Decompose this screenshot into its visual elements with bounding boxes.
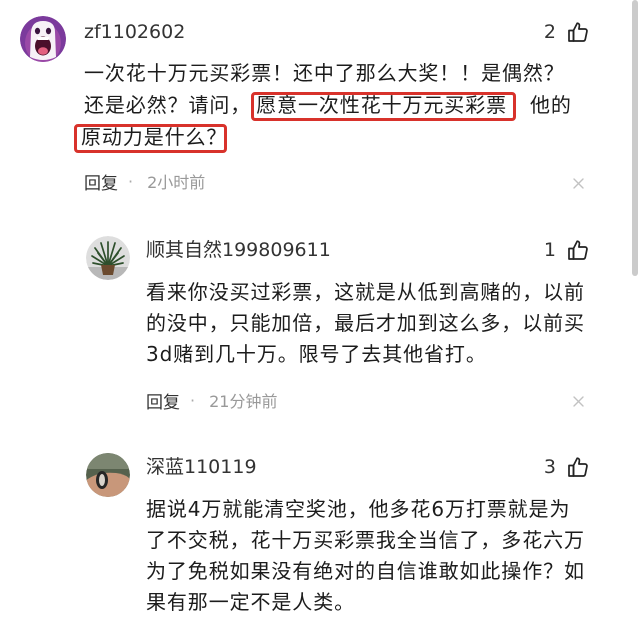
- timestamp: 2小时前: [147, 173, 206, 192]
- potted-plant-photo-avatar[interactable]: [86, 236, 130, 280]
- timestamp: 21分钟前: [209, 392, 278, 411]
- purple-cartoon-face-avatar[interactable]: [20, 16, 66, 62]
- thumbs-up-icon[interactable]: [566, 455, 590, 479]
- reply-text-line: 的没中，只能加倍，最后才加到这么多，以前买: [146, 311, 585, 335]
- comment-text-line: 原动力是什么？: [74, 121, 572, 153]
- reply-meta: 回复 · 21分钟前: [146, 388, 278, 413]
- reply-text-line: 了不交税，花十万买彩票我全当信了，多花六万: [146, 528, 585, 552]
- close-icon[interactable]: [573, 396, 584, 407]
- reply-text-line: 3d赌到几十万。限号了去其他省打。: [146, 342, 487, 366]
- like-button[interactable]: 1: [520, 238, 590, 262]
- username[interactable]: 顺其自然199809611: [146, 238, 331, 262]
- reply-text-line: 看来你没买过彩票，这就是从低到高赌的，以前: [146, 280, 585, 304]
- meta-separator: ·: [128, 171, 134, 191]
- reply-text: 看来你没买过彩票，这就是从低到高赌的，以前 的没中，只能加倍，最后才加到这么多，…: [146, 277, 585, 370]
- like-count: 1: [543, 239, 556, 261]
- username[interactable]: zf1102602: [84, 20, 185, 44]
- comment-meta: 回复 · 2小时前: [84, 169, 206, 194]
- comment-thread: zf1102602 2 一次花十万元买彩票！还中了那么大奖！！是偶然？ 还是必然…: [0, 0, 640, 620]
- like-count: 3: [543, 456, 556, 478]
- wrist-bracelet-photo-avatar[interactable]: [86, 453, 130, 497]
- highlighted-text: 原动力是什么？: [74, 121, 228, 153]
- close-icon[interactable]: [573, 178, 584, 189]
- scrollbar-thumb[interactable]: [632, 0, 638, 276]
- reply-button[interactable]: 回复: [146, 388, 180, 413]
- text-segment: 还是必然？请问，: [84, 93, 252, 117]
- like-button[interactable]: 2: [520, 20, 590, 44]
- comment-text-line: 还是必然？请问， 愿意一次性花十万元买彩票 他的: [84, 89, 572, 121]
- text-segment: 他的: [530, 93, 572, 117]
- like-button[interactable]: 3: [520, 455, 590, 479]
- reply-text-line: 果有那一定不是人类。: [146, 590, 355, 614]
- like-count: 2: [543, 21, 556, 43]
- reply-text-line: 为了免税如果没有绝对的自信谁敢如此操作？如: [146, 559, 585, 583]
- thumbs-up-icon[interactable]: [566, 238, 590, 262]
- meta-separator: ·: [190, 390, 196, 410]
- reply-text: 据说4万就能清空奖池，他多花6万打票就是为 了不交税，花十万买彩票我全当信了，多…: [146, 494, 585, 618]
- text-segment: 一次花十万元买彩票！还中了那么大奖！！是偶然？: [84, 61, 565, 85]
- reply-button[interactable]: 回复: [84, 169, 118, 194]
- highlighted-text: 愿意一次性花十万元买彩票: [251, 89, 516, 121]
- comment-text: 一次花十万元买彩票！还中了那么大奖！！是偶然？ 还是必然？请问， 愿意一次性花十万…: [74, 57, 572, 153]
- username[interactable]: 深蓝110119: [146, 455, 257, 479]
- comment-text-line: 一次花十万元买彩票！还中了那么大奖！！是偶然？: [84, 57, 572, 89]
- thumbs-up-icon[interactable]: [566, 20, 590, 44]
- reply-text-line: 据说4万就能清空奖池，他多花6万打票就是为: [146, 497, 571, 521]
